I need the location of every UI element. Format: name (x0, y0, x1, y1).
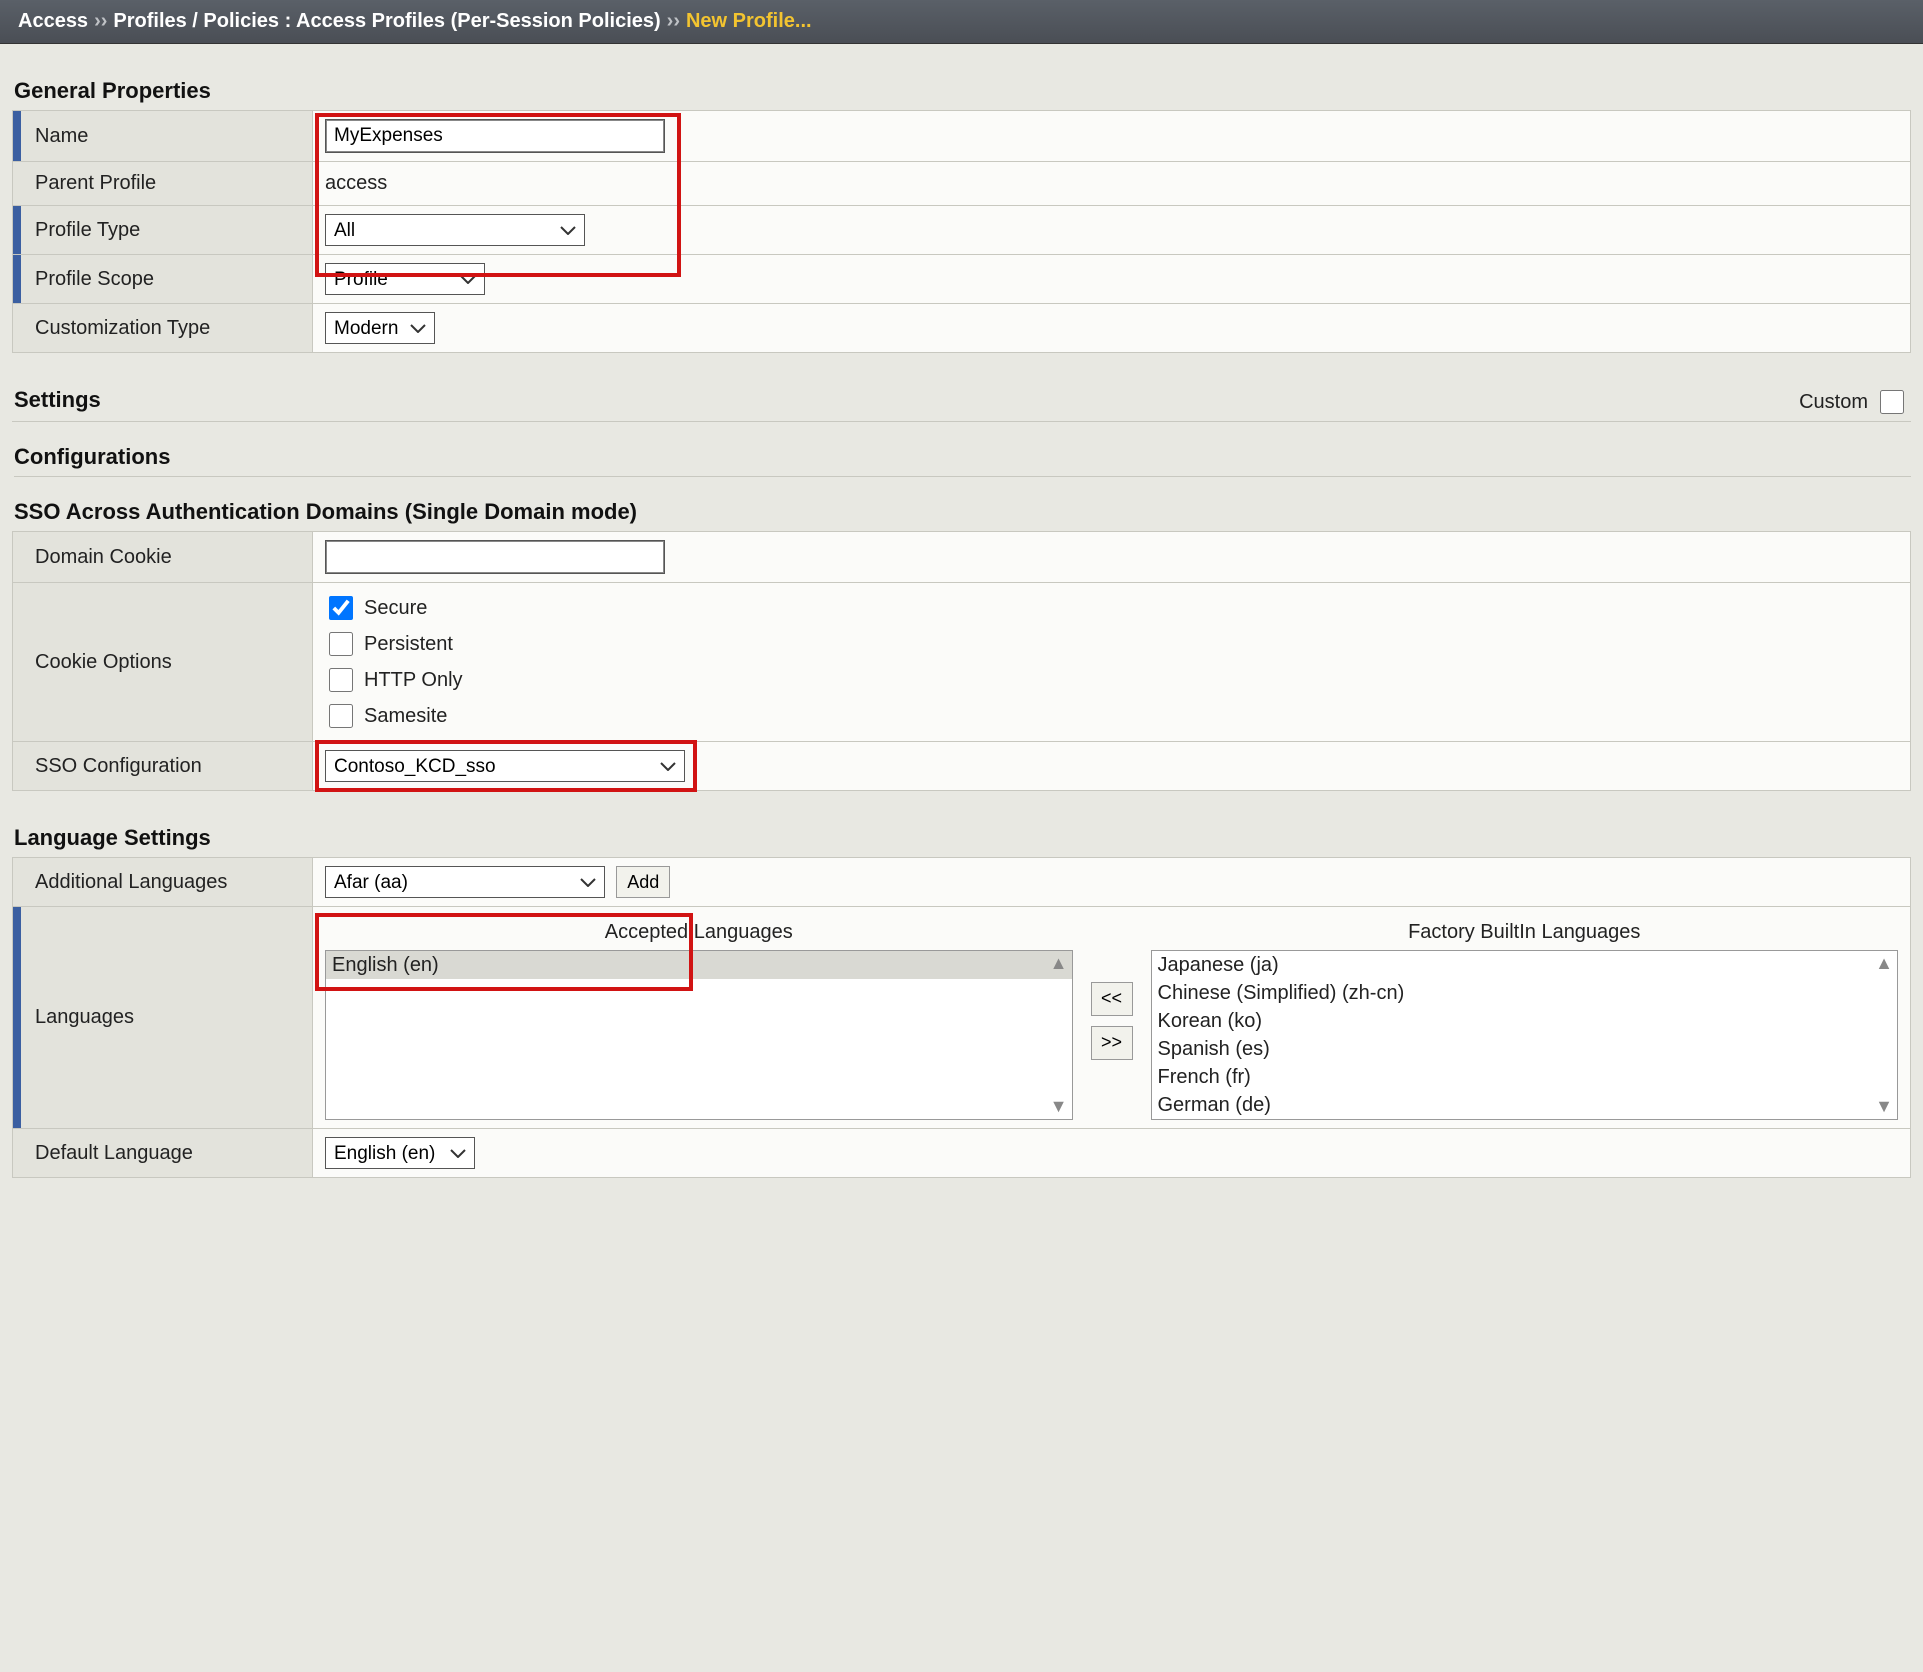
profile-scope-select[interactable]: Profile (325, 263, 485, 295)
list-item[interactable]: Chinese (Simplified) (zh-cn) (1152, 979, 1898, 1007)
profile-type-select[interactable]: All (325, 214, 585, 246)
language-move-buttons: << >> (1091, 921, 1133, 1120)
add-language-button[interactable]: Add (616, 866, 670, 898)
accepted-languages-header: Accepted Languages (325, 921, 1073, 944)
cookie-option-httponly[interactable]: HTTP Only (325, 663, 1898, 697)
general-properties-table: Name Parent Profile access Profile Type (12, 110, 1911, 353)
accepted-languages-column: Accepted Languages English (en) ▲ ▼ (325, 921, 1073, 1120)
scroll-down-icon[interactable]: ▼ (1875, 1096, 1893, 1117)
label-additional-languages: Additional Languages (13, 858, 313, 907)
builtin-languages-listbox[interactable]: Japanese (ja) Chinese (Simplified) (zh-c… (1151, 950, 1899, 1120)
section-title-sso: SSO Across Authentication Domains (Singl… (14, 499, 1911, 525)
additional-languages-select[interactable]: Afar (aa) (325, 866, 605, 898)
scroll-up-icon[interactable]: ▲ (1875, 953, 1893, 974)
label-sso-configuration: SSO Configuration (13, 742, 313, 791)
label-name: Name (13, 111, 313, 162)
name-input[interactable] (325, 119, 665, 153)
samesite-checkbox[interactable] (329, 704, 353, 728)
label-languages: Languages (13, 907, 313, 1129)
parent-profile-value: access (325, 172, 387, 194)
scroll-down-icon[interactable]: ▼ (1050, 1096, 1068, 1117)
move-right-button[interactable]: >> (1091, 1026, 1133, 1060)
httponly-label: HTTP Only (364, 669, 463, 692)
list-item[interactable]: Japanese (ja) (1152, 951, 1898, 979)
sso-table: Domain Cookie Cookie Options Secure Pers… (12, 531, 1911, 791)
section-title-general: General Properties (14, 78, 1911, 104)
custom-checkbox[interactable] (1880, 390, 1904, 414)
label-cookie-options: Cookie Options (13, 583, 313, 742)
sso-configuration-select[interactable]: Contoso_KCD_sso (325, 750, 685, 782)
breadcrumb: Access ›› Profiles / Policies : Access P… (0, 0, 1923, 44)
label-domain-cookie: Domain Cookie (13, 532, 313, 583)
list-item[interactable]: Korean (ko) (1152, 1007, 1898, 1035)
httponly-checkbox[interactable] (329, 668, 353, 692)
builtin-languages-column: Factory BuiltIn Languages Japanese (ja) … (1151, 921, 1899, 1120)
cookie-option-samesite[interactable]: Samesite (325, 699, 1898, 733)
move-left-button[interactable]: << (1091, 982, 1133, 1016)
accepted-languages-listbox[interactable]: English (en) ▲ ▼ (325, 950, 1073, 1120)
breadcrumb-sep: ›› (667, 10, 680, 33)
cookie-option-persistent[interactable]: Persistent (325, 627, 1898, 661)
builtin-languages-header: Factory BuiltIn Languages (1408, 921, 1640, 944)
label-parent-profile: Parent Profile (13, 162, 313, 206)
list-item[interactable]: German (de) (1152, 1091, 1898, 1119)
scroll-up-icon[interactable]: ▲ (1050, 953, 1068, 974)
customization-type-select[interactable]: Modern (325, 312, 435, 344)
list-item[interactable]: French (fr) (1152, 1063, 1898, 1091)
label-default-language: Default Language (13, 1129, 313, 1178)
breadcrumb-sep: ›› (94, 10, 107, 33)
custom-checkbox-label[interactable]: Custom (1799, 387, 1907, 417)
breadcrumb-current: New Profile... (686, 10, 812, 33)
section-title-settings: Settings (14, 387, 101, 413)
language-table: Additional Languages Afar (aa) Add Langu… (12, 857, 1911, 1178)
breadcrumb-path[interactable]: Profiles / Policies : Access Profiles (P… (113, 10, 660, 33)
list-item[interactable]: Spanish (es) (1152, 1035, 1898, 1063)
persistent-label: Persistent (364, 633, 453, 656)
section-title-configurations: Configurations (14, 444, 1911, 477)
samesite-label: Samesite (364, 705, 447, 728)
default-language-select[interactable]: English (en) (325, 1137, 475, 1169)
list-item[interactable]: English (en) (326, 951, 1072, 979)
domain-cookie-input[interactable] (325, 540, 665, 574)
label-customization-type: Customization Type (13, 304, 313, 353)
breadcrumb-root[interactable]: Access (18, 10, 88, 33)
label-profile-scope: Profile Scope (13, 255, 313, 304)
label-profile-type: Profile Type (13, 206, 313, 255)
cookie-option-secure[interactable]: Secure (325, 591, 1898, 625)
section-title-language: Language Settings (14, 825, 1911, 851)
custom-label-text: Custom (1799, 391, 1868, 414)
secure-checkbox[interactable] (329, 596, 353, 620)
secure-label: Secure (364, 597, 427, 620)
persistent-checkbox[interactable] (329, 632, 353, 656)
